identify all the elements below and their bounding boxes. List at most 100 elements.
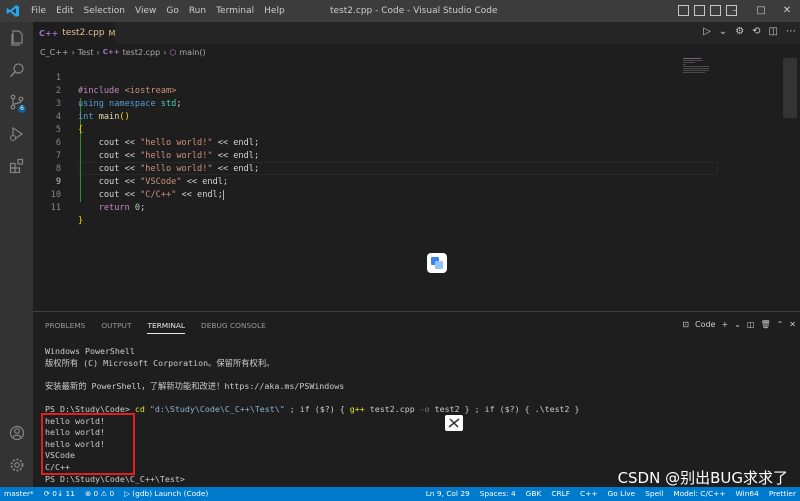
title-bar: File Edit Selection View Go Run Terminal…	[0, 0, 800, 22]
code-line: 10 return 0;	[33, 176, 800, 213]
window-controls: – □ ✕	[722, 0, 800, 22]
search-icon[interactable]	[0, 54, 33, 86]
menu-terminal[interactable]: Terminal	[211, 0, 259, 22]
code-line: 5 cout << "hello world!" << endl;	[33, 111, 800, 148]
code-editor[interactable]: 1 #include <iostream> 2 using namespace …	[33, 58, 800, 310]
terminal-token: g++	[349, 403, 365, 414]
code-line: 11 }	[33, 189, 800, 226]
line-number: 11	[50, 203, 61, 213]
toggle-secondary-sidebar-icon[interactable]	[710, 5, 721, 16]
tab-debug-console[interactable]: DEBUG CONSOLE	[201, 321, 266, 334]
close-window-button[interactable]: ✕	[774, 0, 800, 22]
tab-output[interactable]: OUTPUT	[101, 321, 131, 334]
source-control-icon[interactable]: 6	[0, 86, 33, 118]
cpp-model[interactable]: Model: C/C++	[673, 487, 725, 501]
terminal-shell-icon: ⊡	[682, 320, 689, 329]
code-token: 0	[129, 203, 141, 213]
window-title: test2.cpp - Code - Visual Studio Code	[330, 6, 498, 16]
menu-file[interactable]: File	[26, 0, 51, 22]
new-terminal-icon[interactable]: +	[721, 320, 728, 329]
code-line: 4 {	[33, 98, 800, 135]
minimize-button[interactable]: –	[722, 0, 748, 22]
menu-edit[interactable]: Edit	[51, 0, 78, 22]
git-sync[interactable]: ⟳ 0↓ 11	[44, 487, 75, 501]
platform[interactable]: Win64	[736, 487, 759, 501]
panel-actions: ⊡ Code + ⌄ ◫ 🗑 ⌃ ✕	[682, 320, 796, 329]
menu-run[interactable]: Run	[184, 0, 211, 22]
activity-bar: 6	[0, 22, 33, 487]
breadcrumb-root[interactable]: C_C++	[40, 48, 69, 57]
code-line: 9 cout << "C/C++" << endl;	[33, 163, 800, 200]
breadcrumb-symbol[interactable]: main()	[179, 48, 205, 57]
go-live[interactable]: Go Live	[608, 487, 636, 501]
line-ending[interactable]: CRLF	[551, 487, 570, 501]
tab-label: test2.cpp	[62, 28, 105, 38]
terminal-token: cd	[134, 403, 145, 414]
close-panel-icon[interactable]: ✕	[789, 320, 796, 329]
translate-icon[interactable]	[427, 253, 447, 273]
problems-count[interactable]: ⊗ 0 ⚠ 0	[85, 487, 114, 501]
run-debug-icon[interactable]	[0, 118, 33, 150]
modified-indicator: M	[108, 28, 116, 38]
code-line: 7 cout << "hello world!" << endl;	[33, 137, 800, 174]
tab-terminal[interactable]: TERMINAL	[147, 321, 186, 334]
breadcrumb-file[interactable]: test2.cpp	[123, 48, 161, 57]
breadcrumb-separator-icon: ›	[96, 47, 100, 57]
run-dropdown-icon[interactable]: ⌄	[719, 26, 727, 37]
editor-actions: ▷ ⌄ ⚙ ⟲ ◫ ⋯	[703, 26, 796, 37]
trash-icon[interactable]: 🗑	[760, 320, 770, 329]
code-token: return	[98, 203, 130, 213]
terminal-shell-label[interactable]: Code	[695, 320, 715, 329]
split-terminal-icon[interactable]: ◫	[747, 320, 755, 329]
language-mode[interactable]: C++	[580, 487, 598, 501]
settings-gear-icon[interactable]	[0, 449, 33, 481]
menu-selection[interactable]: Selection	[79, 0, 130, 22]
toggle-panel-icon[interactable]	[694, 5, 705, 16]
source-control-badge: 6	[18, 105, 26, 113]
code-line: 6 cout << "hello world!" << endl;	[33, 124, 800, 161]
cursor-position[interactable]: Ln 9, Col 29	[426, 487, 470, 501]
git-branch[interactable]: master*	[4, 487, 34, 501]
terminal-token: -o	[419, 403, 430, 414]
spell[interactable]: Spell	[645, 487, 663, 501]
code-line: 3 int main()	[33, 85, 800, 122]
maximize-panel-icon[interactable]: ⌃	[777, 320, 784, 329]
minimap[interactable]	[683, 58, 723, 78]
encoding[interactable]: GBK	[526, 487, 542, 501]
breadcrumb-folder[interactable]: Test	[78, 48, 94, 57]
tab-test2-cpp[interactable]: C++ test2.cpp M	[33, 22, 115, 44]
bottom-panel: PROBLEMS OUTPUT TERMINAL DEBUG CONSOLE ⊡…	[33, 311, 800, 487]
status-bar: master* ⟳ 0↓ 11 ⊗ 0 ⚠ 0 ▷ (gdb) Launch (…	[0, 487, 800, 501]
breadcrumb-separator-icon: ›	[71, 47, 75, 57]
symbol-method-icon: ⬡	[169, 47, 177, 57]
panel-tabs: PROBLEMS OUTPUT TERMINAL DEBUG CONSOLE	[45, 321, 266, 334]
scan-icon[interactable]	[445, 415, 463, 431]
extensions-icon[interactable]	[0, 150, 33, 182]
terminal-token: test2.cpp	[364, 403, 420, 414]
tab-problems[interactable]: PROBLEMS	[45, 321, 85, 334]
menu-help[interactable]: Help	[259, 0, 290, 22]
breadcrumb: C_C++ › Test › C++ test2.cpp › ⬡ main()	[40, 45, 206, 59]
run-file-icon[interactable]: ▷	[703, 26, 711, 37]
prettier[interactable]: Prettier	[769, 487, 796, 501]
more-actions-icon[interactable]: ⋯	[786, 26, 796, 37]
code-token: ;	[140, 203, 146, 213]
menu-go[interactable]: Go	[161, 0, 183, 22]
split-editor-icon[interactable]: ◫	[769, 26, 778, 37]
explorer-icon[interactable]	[0, 22, 33, 54]
terminal-dropdown-icon[interactable]: ⌄	[734, 320, 741, 329]
terminal-token: test2 } ; if ($?) { .\test2 }	[429, 403, 580, 414]
debug-launch[interactable]: ▷ (gdb) Launch (Code)	[124, 487, 208, 501]
accounts-icon[interactable]	[0, 417, 33, 449]
settings-icon[interactable]: ⚙	[735, 26, 744, 37]
menu-bar: File Edit Selection View Go Run Terminal…	[26, 0, 290, 22]
editor-scrollbar[interactable]	[783, 58, 797, 118]
maximize-button[interactable]: □	[748, 0, 774, 22]
toggle-sidebar-icon[interactable]	[678, 5, 689, 16]
editor-tab-bar: C++ test2.cpp M ▷ ⌄ ⚙ ⟲ ◫ ⋯	[33, 22, 800, 44]
menu-view[interactable]: View	[130, 0, 161, 22]
compare-icon[interactable]: ⟲	[752, 26, 760, 37]
indentation[interactable]: Spaces: 4	[480, 487, 516, 501]
